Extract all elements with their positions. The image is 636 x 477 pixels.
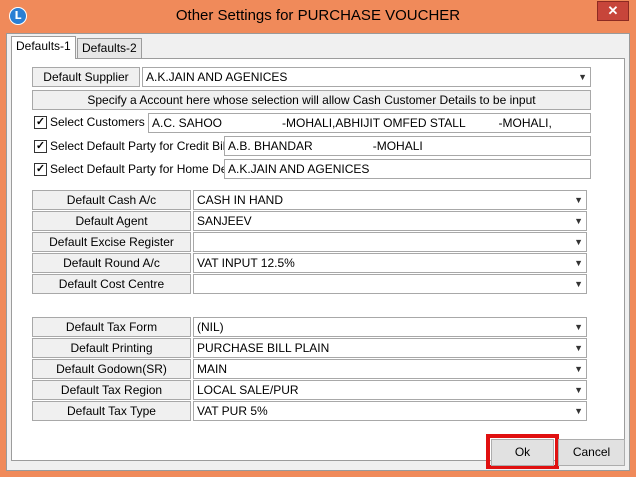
home-delivery-field[interactable]: A.K.JAIN AND AGENICES [224,159,591,179]
default-tax-form-label: Default Tax Form [32,317,191,337]
chevron-down-icon[interactable]: ▼ [574,402,583,420]
default-cash-value: CASH IN HAND [197,193,284,207]
select-customers-label: Select Customers [50,115,145,129]
select-customers-checkbox[interactable]: ✓ [34,116,47,129]
default-excise-dropdown[interactable]: ▼ [193,232,587,252]
ok-button[interactable]: Ok [491,439,554,466]
default-tax-type-value: VAT PUR 5% [197,404,268,418]
default-agent-dropdown[interactable]: SANJEEV ▼ [193,211,587,231]
cancel-button[interactable]: Cancel [558,439,625,466]
default-tax-type-label: Default Tax Type [32,401,191,421]
chevron-down-icon[interactable]: ▼ [574,339,583,357]
close-button[interactable]: ✕ [597,1,629,21]
default-godown-dropdown[interactable]: MAIN ▼ [193,359,587,379]
default-supplier-dropdown[interactable]: A.K.JAIN AND AGENICES ▼ [142,67,591,87]
tab-defaults-2[interactable]: Defaults-2 [77,38,142,59]
chevron-down-icon[interactable]: ▼ [574,318,583,336]
credit-party-label: Select Default Party for Credit Bills [50,139,235,153]
home-delivery-label: Select Default Party for Home Delv [50,162,237,176]
default-tax-region-label: Default Tax Region [32,380,191,400]
chevron-down-icon[interactable]: ▼ [574,212,583,230]
default-godown-value: MAIN [197,362,227,376]
default-tax-region-value: LOCAL SALE/PUR [197,383,299,397]
default-printing-label: Default Printing [32,338,191,358]
default-supplier-label: Default Supplier [32,67,140,87]
default-tax-region-dropdown[interactable]: LOCAL SALE/PUR ▼ [193,380,587,400]
default-agent-value: SANJEEV [197,214,252,228]
tab-panel: Default Supplier A.K.JAIN AND AGENICES ▼… [11,58,625,461]
default-round-label: Default Round A/c [32,253,191,273]
title-bar[interactable]: L Other Settings for PURCHASE VOUCHER ✕ [0,0,636,33]
home-delivery-checkbox[interactable]: ✓ [34,163,47,176]
select-customers-field[interactable]: A.C. SAHOO -MOHALI,ABHIJIT OMFED STALL -… [148,113,591,133]
tab-defaults-1[interactable]: Defaults-1 [11,36,76,59]
default-cost-centre-dropdown[interactable]: ▼ [193,274,587,294]
chevron-down-icon[interactable]: ▼ [574,233,583,251]
default-tax-form-value: (NIL) [197,320,224,334]
default-tax-form-dropdown[interactable]: (NIL) ▼ [193,317,587,337]
chevron-down-icon[interactable]: ▼ [574,381,583,399]
chevron-down-icon[interactable]: ▼ [578,68,587,86]
default-cost-centre-label: Default Cost Centre [32,274,191,294]
default-printing-value: PURCHASE BILL PLAIN [197,341,330,355]
chevron-down-icon[interactable]: ▼ [574,191,583,209]
chevron-down-icon[interactable]: ▼ [574,360,583,378]
default-cash-dropdown[interactable]: CASH IN HAND ▼ [193,190,587,210]
window-title: Other Settings for PURCHASE VOUCHER [175,7,461,24]
default-round-value: VAT INPUT 12.5% [197,256,295,270]
info-text: Specify a Account here whose selection w… [32,90,591,110]
default-round-dropdown[interactable]: VAT INPUT 12.5% ▼ [193,253,587,273]
default-tax-type-dropdown[interactable]: VAT PUR 5% ▼ [193,401,587,421]
default-godown-label: Default Godown(SR) [32,359,191,379]
default-supplier-value: A.K.JAIN AND AGENICES [146,70,288,84]
dialog-body: Defaults-1 Defaults-2 Default Supplier A… [6,33,630,471]
dialog-window: L Other Settings for PURCHASE VOUCHER ✕ … [0,0,636,477]
default-excise-label: Default Excise Register [32,232,191,252]
default-cash-label: Default Cash A/c [32,190,191,210]
credit-party-field[interactable]: A.B. BHANDAR -MOHALI [224,136,591,156]
default-printing-dropdown[interactable]: PURCHASE BILL PLAIN ▼ [193,338,587,358]
chevron-down-icon[interactable]: ▼ [574,254,583,272]
default-agent-label: Default Agent [32,211,191,231]
credit-party-checkbox[interactable]: ✓ [34,140,47,153]
chevron-down-icon[interactable]: ▼ [574,275,583,293]
